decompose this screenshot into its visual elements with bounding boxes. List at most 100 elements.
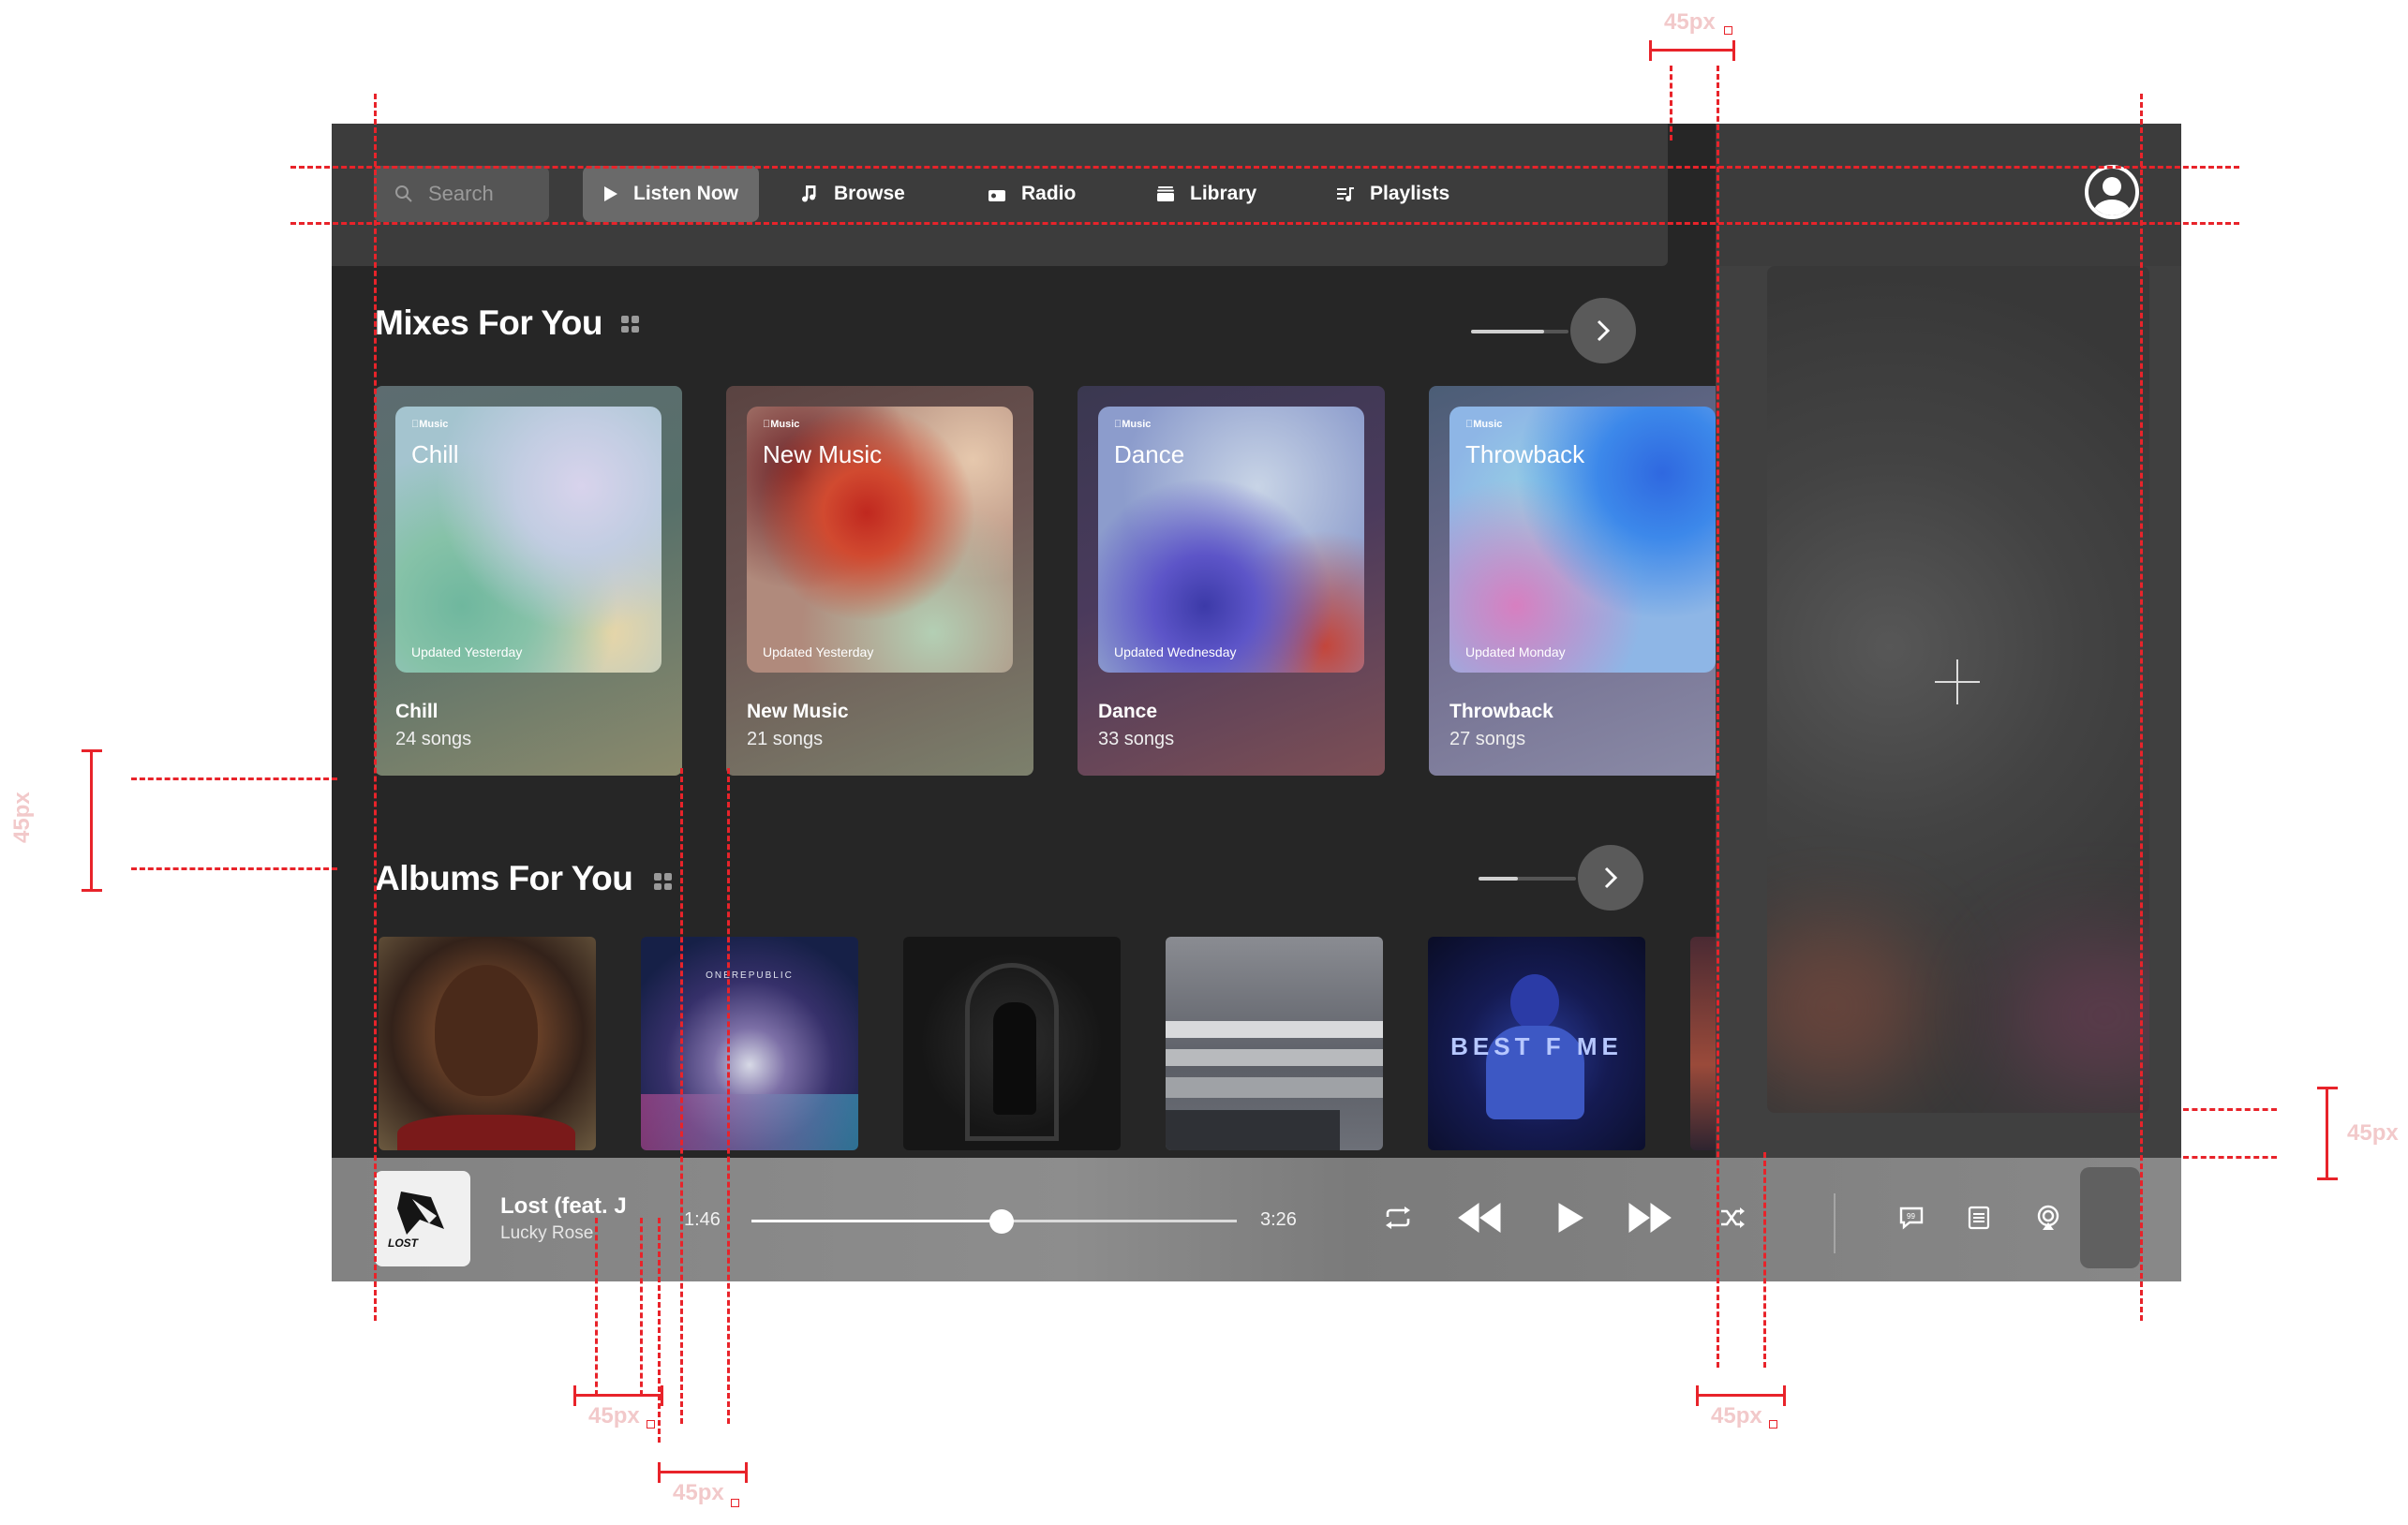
- music-app-window: Search Listen Now Browse Radio Library P…: [332, 124, 2181, 1281]
- volume-control[interactable]: [2080, 1167, 2140, 1268]
- user-avatar-icon[interactable]: [2085, 165, 2139, 219]
- mix-updated-label: Updated Yesterday: [411, 644, 523, 659]
- grid-view-icon[interactable]: [621, 316, 639, 333]
- albums-scroll-indicator: [1479, 877, 1576, 881]
- spacing-bracket: [82, 749, 102, 892]
- guide-left-margin: [374, 94, 377, 1321]
- speaker-muted-icon: [2097, 1229, 2125, 1251]
- nav-playlists[interactable]: Playlists: [1315, 166, 1470, 222]
- mix-card-dance[interactable]: Music Dance Updated Wednesday Dance 33 …: [1078, 386, 1385, 776]
- album-cover[interactable]: BEST F ME: [1428, 937, 1645, 1150]
- nav-library-label: Library: [1190, 183, 1257, 204]
- fast-forward-icon: [1628, 1203, 1672, 1233]
- mixes-next-button[interactable]: [1570, 298, 1636, 363]
- guide-panel-gap-top: [2183, 1108, 2277, 1111]
- guide-topbar-bottom: [290, 222, 2239, 225]
- mix-card-throwback[interactable]: Music Throwback Updated Monday Throwbac…: [1429, 386, 1716, 776]
- design-spec-canvas: Search Listen Now Browse Radio Library P…: [0, 0, 2408, 1525]
- album-cover[interactable]: [903, 937, 1121, 1150]
- albums-section-title: Albums For You: [375, 859, 633, 897]
- mix-name: Throwback: [1449, 701, 1553, 722]
- guide-card-gap-right: [727, 768, 730, 1424]
- guide-section-gap-bottom: [131, 867, 337, 870]
- guide-section-gap-top: [131, 777, 337, 780]
- track-title: Lost (feat. J: [500, 1193, 627, 1219]
- lyrics-icon: 99: [1899, 1207, 1924, 1230]
- repeat-button[interactable]: [1379, 1199, 1417, 1236]
- guide-gutter-right2: [1763, 1152, 1766, 1368]
- previous-button[interactable]: [1454, 1193, 1505, 1242]
- nav-browse[interactable]: Browse: [780, 166, 926, 222]
- nav-playlists-label: Playlists: [1370, 183, 1450, 204]
- mix-name: New Music: [747, 701, 849, 722]
- mix-name: Dance: [1098, 701, 1158, 722]
- repeat-icon: [1386, 1207, 1410, 1229]
- measurement-label: 45px: [9, 792, 35, 843]
- measurement-label: 45px: [673, 1480, 724, 1505]
- guide-player-gap-right2: [658, 1218, 661, 1443]
- guide-gutter-right: [1717, 66, 1719, 1368]
- mix-art-title: Chill: [411, 440, 459, 468]
- mix-card-new-music[interactable]: Music New Music Updated Yesterday New M…: [726, 386, 1033, 776]
- lyrics-button[interactable]: 99: [1895, 1201, 1928, 1235]
- grid-view-icon[interactable]: [654, 873, 672, 890]
- spacing-bracket: [658, 1462, 748, 1483]
- play-button[interactable]: [1550, 1193, 1591, 1242]
- guide-gutter-left: [1670, 66, 1672, 141]
- album-cover[interactable]: [379, 937, 596, 1150]
- play-icon: [1558, 1203, 1583, 1233]
- next-button[interactable]: [1625, 1193, 1675, 1242]
- top-navigation-bar: Search Listen Now Browse Radio Library P…: [332, 124, 1668, 266]
- now-playing-bar: LOST Lost (feat. J Lucky Rose 1:46 3:26: [332, 1158, 2181, 1281]
- album-cover[interactable]: [1166, 937, 1383, 1150]
- chevron-right-icon: [1597, 319, 1611, 342]
- mix-updated-label: Updated Monday: [1465, 644, 1566, 659]
- guide-player-gap-left: [595, 1218, 598, 1396]
- add-widget-card[interactable]: [1767, 266, 2149, 1113]
- mix-art-title: Throwback: [1465, 440, 1585, 468]
- measure-marker: [1769, 1420, 1777, 1429]
- mixes-scroll-indicator: [1471, 330, 1568, 333]
- progress-scrubber[interactable]: [988, 1209, 1014, 1234]
- measurement-label: 45px: [1711, 1403, 1762, 1429]
- album-cover-partial[interactable]: [1690, 937, 1716, 1150]
- svg-text:99: 99: [1907, 1212, 1915, 1221]
- albums-next-button[interactable]: [1578, 845, 1643, 911]
- total-duration: 3:26: [1260, 1209, 1297, 1230]
- mix-card-chill[interactable]: Music Chill Updated Yesterday Chill 24 …: [375, 386, 682, 776]
- measure-marker: [1724, 26, 1732, 35]
- album-cover-text: ONEREPUBLIC: [706, 970, 794, 981]
- search-field[interactable]: Search: [374, 166, 549, 222]
- spacing-bracket: [1696, 1385, 1786, 1406]
- guide-panel-gap-bottom: [2183, 1156, 2277, 1159]
- nav-radio[interactable]: Radio: [967, 166, 1096, 222]
- airplay-button[interactable]: [2029, 1199, 2067, 1236]
- nav-radio-label: Radio: [1021, 183, 1077, 204]
- shuffle-icon: [1721, 1207, 1745, 1228]
- queue-button[interactable]: [1962, 1201, 1996, 1235]
- track-artist[interactable]: Lucky Rose: [500, 1223, 593, 1244]
- mix-updated-label: Updated Wednesday: [1114, 644, 1237, 659]
- mix-updated-label: Updated Yesterday: [763, 644, 874, 659]
- measure-marker: [647, 1420, 655, 1429]
- now-playing-artwork[interactable]: LOST: [375, 1171, 470, 1266]
- controls-divider: [1834, 1193, 1836, 1253]
- library-icon: [1157, 186, 1174, 201]
- album-cover[interactable]: ONEREPUBLIC: [641, 937, 858, 1150]
- spacing-bracket: [1649, 40, 1735, 61]
- spacing-bracket: [2317, 1087, 2338, 1180]
- search-icon: [395, 185, 412, 202]
- mix-song-count: 27 songs: [1449, 729, 1526, 749]
- mix-song-count: 21 songs: [747, 729, 824, 749]
- mixes-section-title: Mixes For You: [375, 304, 602, 342]
- measurement-label: 45px: [2347, 1120, 2399, 1146]
- mix-art-title: Dance: [1114, 440, 1185, 468]
- nav-listen-now[interactable]: Listen Now: [583, 166, 759, 222]
- art-text: LOST: [388, 1236, 418, 1250]
- nav-listen-now-label: Listen Now: [633, 183, 739, 204]
- nav-library[interactable]: Library: [1136, 166, 1277, 222]
- shuffle-button[interactable]: [1715, 1199, 1750, 1236]
- measure-marker: [731, 1499, 739, 1507]
- mix-artwork: Music Dance Updated Wednesday: [1098, 407, 1364, 673]
- airplay-audio-icon: [2037, 1205, 2059, 1230]
